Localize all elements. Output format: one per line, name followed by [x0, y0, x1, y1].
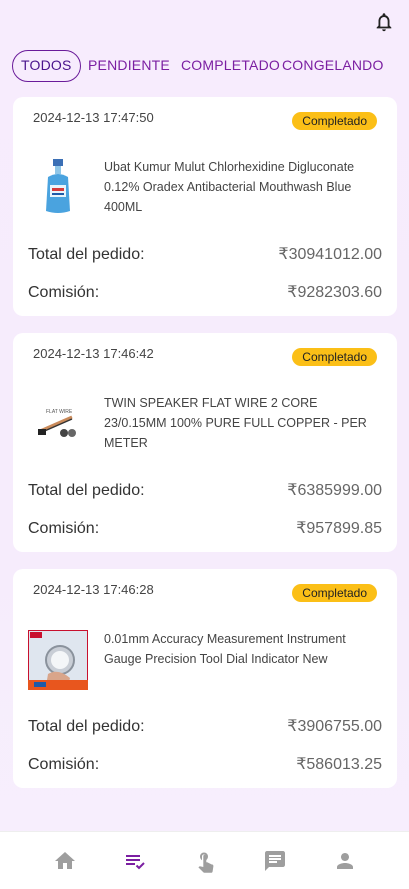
- order-total-value: ₹6385999.00: [287, 482, 382, 499]
- order-card[interactable]: 2024-12-13 17:46:28 Completado 0.01mm Ac…: [13, 569, 397, 788]
- product-title: TWIN SPEAKER FLAT WIRE 2 CORE 23/0.15MM …: [104, 396, 367, 450]
- tap-hand-icon[interactable]: [193, 849, 217, 873]
- order-total-value: ₹30941012.00: [278, 246, 382, 263]
- product-image: [28, 155, 88, 215]
- order-total-value: ₹3906755.00: [287, 718, 382, 735]
- commission-value: ₹9282303.60: [287, 284, 382, 301]
- order-card[interactable]: 2024-12-13 17:46:42 Completado FLAT WIRE…: [13, 333, 397, 552]
- status-badge: Completado: [292, 348, 377, 366]
- order-time: 2024-12-13 17:46:42: [33, 346, 154, 361]
- product-image: FLAT WIRE: [28, 391, 88, 451]
- top-bar: [0, 0, 409, 44]
- order-total-label: Total del pedido:: [28, 718, 145, 735]
- order-total-label: Total del pedido:: [28, 246, 145, 263]
- status-tabs: TODOS PENDIENTE COMPLETADO CONGELANDO: [12, 50, 399, 82]
- status-badge: Completado: [292, 112, 377, 130]
- product-image: [28, 630, 88, 690]
- order-time: 2024-12-13 17:47:50: [33, 110, 154, 125]
- bell-icon[interactable]: [373, 11, 395, 33]
- home-icon[interactable]: [53, 849, 77, 873]
- commission-value: ₹957899.85: [296, 520, 382, 537]
- order-total-row: Total del pedido: ₹6385999.00: [28, 480, 382, 502]
- orders-list-icon[interactable]: [123, 849, 147, 873]
- tab-pendiente[interactable]: PENDIENTE: [88, 50, 170, 82]
- commission-label: Comisión:: [28, 284, 100, 301]
- order-card[interactable]: 2024-12-13 17:47:50 Completado Ubat Kumu…: [13, 97, 397, 316]
- product-title: Ubat Kumur Mulut Chlorhexidine Diglucona…: [104, 160, 355, 214]
- status-badge: Completado: [292, 584, 377, 602]
- chat-icon[interactable]: [263, 849, 287, 873]
- commission-label: Comisión:: [28, 520, 100, 537]
- order-total-label: Total del pedido:: [28, 482, 145, 499]
- tab-congelando[interactable]: CONGELANDO: [282, 50, 384, 82]
- order-total-row: Total del pedido: ₹30941012.00: [28, 244, 382, 266]
- commission-label: Comisión:: [28, 756, 100, 773]
- order-total-row: Total del pedido: ₹3906755.00: [28, 716, 382, 738]
- person-icon[interactable]: [333, 849, 357, 873]
- commission-row: Comisión: ₹9282303.60: [28, 282, 382, 304]
- commission-row: Comisión: ₹957899.85: [28, 518, 382, 540]
- product-title: 0.01mm Accuracy Measurement Instrument G…: [104, 632, 346, 666]
- commission-row: Comisión: ₹586013.25: [28, 754, 382, 776]
- commission-value: ₹586013.25: [296, 756, 382, 773]
- svg-text:FLAT WIRE: FLAT WIRE: [46, 409, 73, 415]
- tab-completado[interactable]: COMPLETADO: [181, 50, 280, 82]
- tab-todos[interactable]: TODOS: [12, 50, 81, 82]
- order-time: 2024-12-13 17:46:28: [33, 582, 154, 597]
- bottom-navigation: [0, 831, 409, 889]
